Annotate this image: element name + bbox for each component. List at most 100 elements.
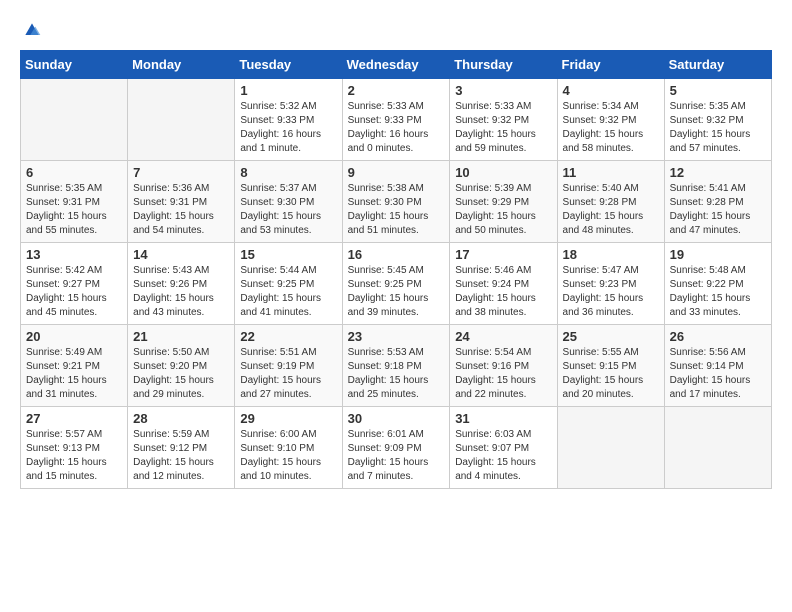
- day-number: 4: [563, 83, 659, 98]
- logo-icon: [22, 20, 42, 40]
- calendar-cell: 5Sunrise: 5:35 AM Sunset: 9:32 PM Daylig…: [664, 79, 771, 161]
- calendar-cell: [664, 407, 771, 489]
- calendar-cell: 13 Sunrise: 5:42 AM Sunset: 9:27 PM Dayli…: [21, 243, 128, 325]
- day-info: Sunrise: 5:59 AM Sunset: 9:12 PM Dayligh…: [133, 428, 229, 484]
- calendar-cell: 7 Sunrise: 5:36 AM Sunset: 9:31 PM Daylig…: [128, 161, 235, 243]
- day-number: 1: [240, 83, 336, 98]
- calendar-cell: [557, 407, 664, 489]
- day-number: 8: [240, 165, 336, 180]
- day-number: 20: [26, 329, 122, 344]
- calendar-cell: 11Sunrise: 5:40 AM Sunset: 9:28 PM Dayli…: [557, 161, 664, 243]
- calendar-cell: 19 Sunrise: 5:48 AM Sunset: 9:22 PM Dayli…: [664, 243, 771, 325]
- day-number: 10: [455, 165, 551, 180]
- day-number: 14: [133, 247, 229, 262]
- day-of-week-header: Wednesday: [342, 51, 450, 79]
- calendar-cell: 17 Sunrise: 5:46 AM Sunset: 9:24 PM Dayli…: [450, 243, 557, 325]
- day-number: 7: [133, 165, 229, 180]
- page-header: [20, 20, 772, 40]
- calendar-cell: 12 Sunrise: 5:41 AM Sunset: 9:28 PM Dayli…: [664, 161, 771, 243]
- day-info: Sunrise: 5:37 AM Sunset: 9:30 PM Dayligh…: [240, 182, 336, 238]
- day-number: 21: [133, 329, 229, 344]
- calendar-cell: [21, 79, 128, 161]
- calendar-week-row: 1 Sunrise: 5:32 AM Sunset: 9:33 PM Daylig…: [21, 79, 772, 161]
- calendar-cell: 2 Sunrise: 5:33 AM Sunset: 9:33 PM Daylig…: [342, 79, 450, 161]
- day-info: Sunrise: 5:44 AM Sunset: 9:25 PM Dayligh…: [240, 264, 336, 320]
- day-number: 26: [670, 329, 766, 344]
- calendar-cell: 1 Sunrise: 5:32 AM Sunset: 9:33 PM Daylig…: [235, 79, 342, 161]
- day-info: Sunrise: 5:36 AM Sunset: 9:31 PM Dayligh…: [133, 182, 229, 238]
- day-number: 12: [670, 165, 766, 180]
- day-info: Sunrise: 5:41 AM Sunset: 9:28 PM Dayligh…: [670, 182, 766, 238]
- calendar-cell: 25Sunrise: 5:55 AM Sunset: 9:15 PM Dayli…: [557, 325, 664, 407]
- calendar-week-row: 27 Sunrise: 5:57 AM Sunset: 9:13 PM Dayli…: [21, 407, 772, 489]
- day-number: 6: [26, 165, 122, 180]
- calendar-cell: 9Sunrise: 5:38 AM Sunset: 9:30 PM Daylig…: [342, 161, 450, 243]
- day-number: 25: [563, 329, 659, 344]
- day-number: 2: [348, 83, 445, 98]
- day-number: 18: [563, 247, 659, 262]
- calendar-week-row: 13 Sunrise: 5:42 AM Sunset: 9:27 PM Dayli…: [21, 243, 772, 325]
- day-of-week-header: Saturday: [664, 51, 771, 79]
- calendar-cell: 15 Sunrise: 5:44 AM Sunset: 9:25 PM Dayli…: [235, 243, 342, 325]
- day-number: 13: [26, 247, 122, 262]
- calendar-week-row: 6 Sunrise: 5:35 AM Sunset: 9:31 PM Daylig…: [21, 161, 772, 243]
- day-info: Sunrise: 5:47 AM Sunset: 9:23 PM Dayligh…: [563, 264, 659, 320]
- calendar-cell: [128, 79, 235, 161]
- day-of-week-header: Thursday: [450, 51, 557, 79]
- day-info: Sunrise: 5:56 AM Sunset: 9:14 PM Dayligh…: [670, 346, 766, 402]
- calendar-cell: 20 Sunrise: 5:49 AM Sunset: 9:21 PM Dayli…: [21, 325, 128, 407]
- calendar-cell: 21 Sunrise: 5:50 AM Sunset: 9:20 PM Dayli…: [128, 325, 235, 407]
- day-info: Sunrise: 5:49 AM Sunset: 9:21 PM Dayligh…: [26, 346, 122, 402]
- day-number: 27: [26, 411, 122, 426]
- calendar-cell: 30 Sunrise: 6:01 AM Sunset: 9:09 PM Dayli…: [342, 407, 450, 489]
- calendar-cell: 24Sunrise: 5:54 AM Sunset: 9:16 PM Dayli…: [450, 325, 557, 407]
- day-of-week-header: Monday: [128, 51, 235, 79]
- day-info: Sunrise: 5:46 AM Sunset: 9:24 PM Dayligh…: [455, 264, 551, 320]
- day-info: Sunrise: 5:53 AM Sunset: 9:18 PM Dayligh…: [348, 346, 445, 402]
- day-info: Sunrise: 5:57 AM Sunset: 9:13 PM Dayligh…: [26, 428, 122, 484]
- calendar-header-row: SundayMondayTuesdayWednesdayThursdayFrid…: [21, 51, 772, 79]
- day-info: Sunrise: 5:35 AM Sunset: 9:31 PM Dayligh…: [26, 182, 122, 238]
- day-info: Sunrise: 6:01 AM Sunset: 9:09 PM Dayligh…: [348, 428, 445, 484]
- calendar-cell: 10Sunrise: 5:39 AM Sunset: 9:29 PM Dayli…: [450, 161, 557, 243]
- day-number: 22: [240, 329, 336, 344]
- calendar-cell: 29Sunrise: 6:00 AM Sunset: 9:10 PM Dayli…: [235, 407, 342, 489]
- day-info: Sunrise: 5:38 AM Sunset: 9:30 PM Dayligh…: [348, 182, 445, 238]
- day-info: Sunrise: 6:00 AM Sunset: 9:10 PM Dayligh…: [240, 428, 336, 484]
- day-info: Sunrise: 5:42 AM Sunset: 9:27 PM Dayligh…: [26, 264, 122, 320]
- calendar-cell: 6 Sunrise: 5:35 AM Sunset: 9:31 PM Daylig…: [21, 161, 128, 243]
- day-info: Sunrise: 5:50 AM Sunset: 9:20 PM Dayligh…: [133, 346, 229, 402]
- calendar-cell: 27 Sunrise: 5:57 AM Sunset: 9:13 PM Dayli…: [21, 407, 128, 489]
- day-number: 11: [563, 165, 659, 180]
- day-of-week-header: Sunday: [21, 51, 128, 79]
- calendar-cell: 3 Sunrise: 5:33 AM Sunset: 9:32 PM Daylig…: [450, 79, 557, 161]
- day-number: 30: [348, 411, 445, 426]
- day-number: 28: [133, 411, 229, 426]
- calendar-cell: 23 Sunrise: 5:53 AM Sunset: 9:18 PM Dayli…: [342, 325, 450, 407]
- day-info: Sunrise: 5:32 AM Sunset: 9:33 PM Dayligh…: [240, 100, 336, 156]
- day-of-week-header: Friday: [557, 51, 664, 79]
- day-number: 19: [670, 247, 766, 262]
- calendar-cell: 16 Sunrise: 5:45 AM Sunset: 9:25 PM Dayli…: [342, 243, 450, 325]
- calendar-week-row: 20 Sunrise: 5:49 AM Sunset: 9:21 PM Dayli…: [21, 325, 772, 407]
- day-number: 15: [240, 247, 336, 262]
- calendar-cell: 18 Sunrise: 5:47 AM Sunset: 9:23 PM Dayli…: [557, 243, 664, 325]
- day-info: Sunrise: 5:33 AM Sunset: 9:33 PM Dayligh…: [348, 100, 445, 156]
- day-number: 17: [455, 247, 551, 262]
- day-number: 16: [348, 247, 445, 262]
- day-number: 23: [348, 329, 445, 344]
- day-number: 3: [455, 83, 551, 98]
- calendar-cell: 31Sunrise: 6:03 AM Sunset: 9:07 PM Dayli…: [450, 407, 557, 489]
- logo: [20, 20, 42, 40]
- day-info: Sunrise: 5:51 AM Sunset: 9:19 PM Dayligh…: [240, 346, 336, 402]
- day-info: Sunrise: 5:33 AM Sunset: 9:32 PM Dayligh…: [455, 100, 551, 156]
- day-info: Sunrise: 5:45 AM Sunset: 9:25 PM Dayligh…: [348, 264, 445, 320]
- calendar-table: SundayMondayTuesdayWednesdayThursdayFrid…: [20, 50, 772, 489]
- calendar-cell: 26 Sunrise: 5:56 AM Sunset: 9:14 PM Dayli…: [664, 325, 771, 407]
- day-info: Sunrise: 5:34 AM Sunset: 9:32 PM Dayligh…: [563, 100, 659, 156]
- calendar-cell: 8 Sunrise: 5:37 AM Sunset: 9:30 PM Daylig…: [235, 161, 342, 243]
- day-number: 5: [670, 83, 766, 98]
- day-info: Sunrise: 5:48 AM Sunset: 9:22 PM Dayligh…: [670, 264, 766, 320]
- calendar-cell: 4 Sunrise: 5:34 AM Sunset: 9:32 PM Daylig…: [557, 79, 664, 161]
- calendar-cell: 14Sunrise: 5:43 AM Sunset: 9:26 PM Dayli…: [128, 243, 235, 325]
